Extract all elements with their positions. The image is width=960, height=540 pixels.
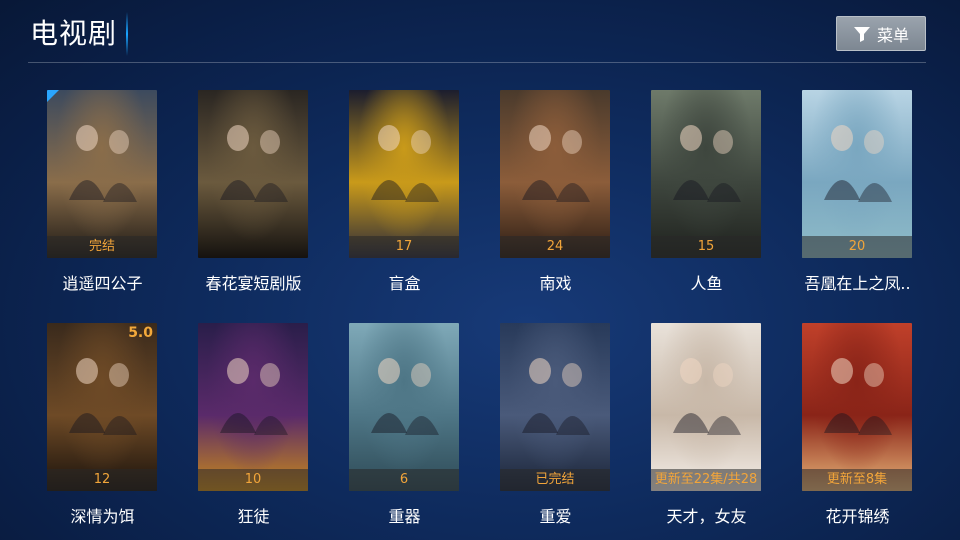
drama-title: 人鱼 <box>690 274 723 293</box>
episode-badge: 12 <box>47 469 157 491</box>
episode-badge: 24 <box>500 236 610 258</box>
drama-grid: 完结逍遥四公子 春花宴短剧版 17 盲盒 24 南戏 15 人鱼 20 吾凰在上之凤.. 5.0 12… <box>0 0 960 540</box>
drama-title: 吾凰在上之凤.. <box>804 274 911 293</box>
poster-image: 24 <box>500 90 610 258</box>
episode-badge: 6 <box>349 469 459 491</box>
poster-figures <box>673 125 741 202</box>
poster-image: 20 <box>802 90 912 258</box>
poster-image: 5.0 12 <box>47 323 157 491</box>
poster-image <box>198 90 308 258</box>
rating-score: 5.0 <box>128 325 153 341</box>
poster-image: 更新至22集/共28 <box>651 323 761 491</box>
poster-figures <box>220 125 288 202</box>
poster-figures <box>673 358 741 435</box>
drama-title: 花开锦绣 <box>825 507 890 526</box>
poster-image: 6 <box>349 323 459 491</box>
episode-badge: 已完结 <box>500 469 610 491</box>
poster-image: 更新至8集 <box>802 323 912 491</box>
drama-title: 深情为饵 <box>70 507 135 526</box>
poster-figures <box>371 358 439 435</box>
episode-badge: 更新至22集/共28 <box>651 469 761 491</box>
drama-title: 逍遥四公子 <box>62 274 143 293</box>
poster-figures <box>824 125 892 202</box>
drama-title: 盲盒 <box>388 274 421 293</box>
poster-figures <box>522 125 590 202</box>
drama-title: 春花宴短剧版 <box>205 274 302 293</box>
poster-image: 完结 <box>47 90 157 258</box>
poster-figures <box>220 358 288 435</box>
drama-title: 重爱 <box>539 507 572 526</box>
episode-badge: 20 <box>802 236 912 258</box>
episode-badge: 17 <box>349 236 459 258</box>
poster-figures <box>69 125 137 202</box>
poster-figures <box>824 358 892 435</box>
drama-title: 天才，女友 <box>666 507 747 526</box>
poster-image: 已完结 <box>500 323 610 491</box>
poster-image: 10 <box>198 323 308 491</box>
poster-figures <box>69 358 137 435</box>
poster-figures <box>522 358 590 435</box>
poster-image: 17 <box>349 90 459 258</box>
episode-badge: 完结 <box>47 236 157 258</box>
poster-image: 15 <box>651 90 761 258</box>
drama-title: 重器 <box>388 507 421 526</box>
episode-badge: 更新至8集 <box>802 469 912 491</box>
new-tag-corner <box>47 90 59 102</box>
drama-title: 狂徒 <box>237 507 270 526</box>
drama-title: 南戏 <box>539 274 572 293</box>
episode-badge: 10 <box>198 469 308 491</box>
episode-badge: 15 <box>651 236 761 258</box>
poster-figures <box>371 125 439 202</box>
